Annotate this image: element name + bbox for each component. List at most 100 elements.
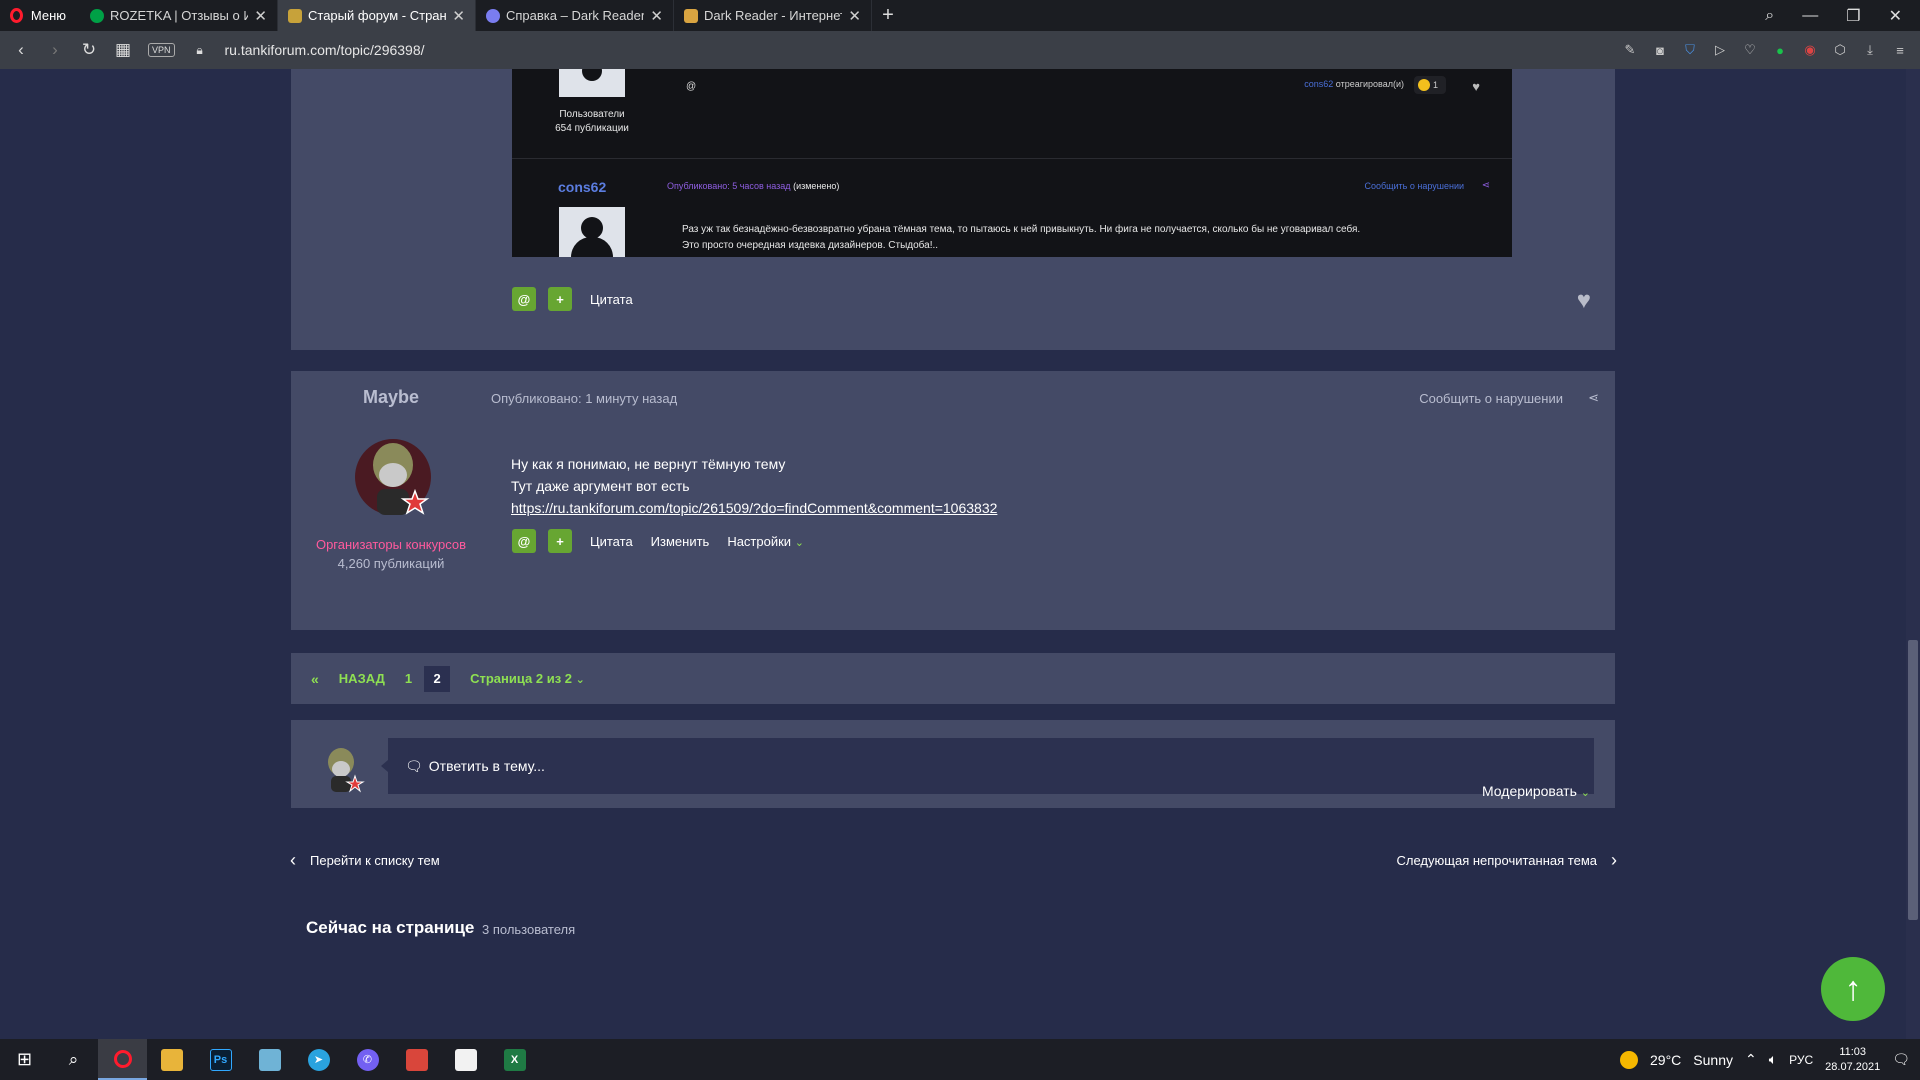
taskbar-telegram[interactable]: ➤ (294, 1039, 343, 1080)
screenshot-line1: Раз уж так безнадёжно-безвозвратно убран… (682, 224, 1361, 235)
url-field[interactable]: ru.tankiforum.com/topic/296398/ (225, 42, 425, 58)
easy-setup-icon[interactable]: ≡ (1892, 42, 1908, 58)
taskbar-notepad[interactable] (441, 1039, 490, 1080)
paint-icon (405, 1048, 428, 1071)
speaker-icon[interactable]: 🔈︎ (1769, 1051, 1777, 1068)
share-icon[interactable]: ⋖ (1588, 390, 1599, 406)
camera-icon[interactable]: ◙ (1652, 42, 1668, 58)
screenshot-user-info: Пользователи 654 публикации (532, 108, 652, 136)
post-link[interactable]: https://ru.tankiforum.com/topic/261509/?… (511, 500, 997, 516)
search-tabs-icon[interactable]: ⌕ (1765, 7, 1774, 25)
tab-rozetka[interactable]: ROZETKA | Отзывы о Игр ✕ (80, 0, 278, 31)
close-tab-icon[interactable]: ✕ (254, 7, 267, 25)
taskbar-app[interactable] (245, 1039, 294, 1080)
tab-old-forum[interactable]: Старый форум - Страниц ✕ (278, 0, 476, 31)
post-card: Пользователи 654 публикации @ cons62 отр… (291, 69, 1615, 350)
minimize-icon[interactable]: — (1802, 7, 1818, 25)
post-body: Ну как я понимаю, не вернут тёмную тему … (511, 453, 997, 519)
go-to-topics-link[interactable]: ‹ Перейти к списку тем (290, 850, 440, 871)
weather-temp[interactable]: 29°C (1650, 1052, 1681, 1068)
forward-icon[interactable]: › (46, 40, 64, 60)
cube-icon[interactable]: ⬡ (1832, 42, 1848, 58)
taskbar-excel[interactable]: X (490, 1039, 539, 1080)
next-unread-link[interactable]: Следующая непрочитанная тема › (1397, 850, 1617, 871)
quote-button[interactable]: Цитата (590, 534, 633, 549)
mention-button[interactable]: @ (512, 529, 536, 553)
search-button[interactable]: ⌕ (49, 1039, 98, 1080)
heart-icon[interactable]: ♡ (1742, 42, 1758, 58)
like-heart-icon[interactable]: ♥ (1577, 287, 1591, 315)
reply-avatar (328, 748, 365, 793)
quoted-screenshot-image: Пользователи 654 публикации @ cons62 отр… (512, 69, 1512, 257)
lock-icon[interactable]: 🔒︎ (191, 43, 209, 58)
first-page-button[interactable]: « (311, 671, 319, 687)
post-date[interactable]: Опубликовано: 1 минуту назад (491, 391, 677, 406)
close-tab-icon[interactable]: ✕ (848, 7, 861, 25)
clock[interactable]: 11:03 28.07.2021 (1825, 1045, 1880, 1075)
close-tab-icon[interactable]: ✕ (650, 7, 663, 25)
vpn-badge[interactable]: VPN (148, 43, 175, 57)
start-button[interactable]: ⊞ (0, 1039, 49, 1080)
screenshot-at: @ (686, 81, 697, 92)
screenshot-post-text: Раз уж так безнадёжно-безвозвратно убран… (682, 222, 1360, 254)
send-icon[interactable]: ▷ (1712, 42, 1728, 58)
quote-button[interactable]: Цитата (590, 292, 633, 307)
plus-button[interactable]: + (548, 287, 572, 311)
new-tab-button[interactable]: + (872, 0, 904, 31)
photoshop-icon: Ps (209, 1048, 232, 1071)
moderate-dropdown[interactable]: Модерировать ⌄ (1482, 783, 1590, 799)
tab-dark-reader-help[interactable]: Справка – Dark Reader ✕ (476, 0, 674, 31)
tiles-icon[interactable]: ▦ (114, 40, 132, 60)
tab-dark-reader-store[interactable]: Dark Reader - Интернет-м ✕ (674, 0, 872, 31)
chevron-down-icon: ⌄ (794, 536, 804, 549)
back-icon[interactable]: ‹ (12, 40, 30, 60)
chevron-up-icon[interactable]: ⌃ (1745, 1051, 1757, 1068)
screenshot-reacted-label: отреагировал(и) (1335, 79, 1404, 89)
post-author[interactable]: Maybe (291, 387, 491, 408)
language-indicator[interactable]: РУС (1789, 1053, 1813, 1067)
shield-icon[interactable]: ⛉ (1682, 42, 1698, 58)
close-window-icon[interactable]: ✕ (1889, 6, 1902, 26)
avatar[interactable] (353, 433, 433, 521)
reload-icon[interactable]: ↻ (80, 40, 98, 60)
opera-menu-button[interactable]: Меню (0, 0, 80, 31)
chevron-down-icon: ⌄ (575, 674, 585, 686)
settings-dropdown[interactable]: Настройки ⌄ (727, 534, 804, 549)
weather-sun-icon[interactable] (1620, 1050, 1638, 1069)
download-icon[interactable]: ⤓ (1862, 42, 1878, 58)
browser-tab-bar: Меню ROZETKA | Отзывы о Игр ✕ Старый фор… (0, 0, 1920, 31)
edit-icon[interactable]: ✎ (1622, 42, 1638, 58)
close-tab-icon[interactable]: ✕ (452, 7, 465, 25)
dark-reader-icon[interactable]: ◉ (1802, 42, 1818, 58)
rozetka-extension-icon[interactable]: ● (1772, 42, 1788, 58)
report-link[interactable]: Сообщить о нарушении (1419, 391, 1563, 406)
taskbar-explorer[interactable] (147, 1039, 196, 1080)
mention-button[interactable]: @ (512, 287, 536, 311)
emoji-face-icon (1418, 79, 1430, 91)
scrollbar-thumb[interactable] (1908, 640, 1918, 920)
previous-page-button[interactable]: НАЗАД (339, 671, 385, 686)
page-1-button[interactable]: 1 (405, 671, 412, 686)
address-bar: ‹ › ↻ ▦ VPN 🔒︎ ru.tankiforum.com/topic/2… (0, 31, 1920, 69)
taskbar-photoshop[interactable]: Ps (196, 1039, 245, 1080)
excel-icon: X (503, 1048, 526, 1071)
notifications-icon[interactable]: 🗨︎ (1892, 1051, 1910, 1068)
tab-title: Справка – Dark Reader (506, 8, 645, 23)
search-icon: ⌕ (68, 1049, 79, 1069)
taskbar-viber[interactable]: ✆ (343, 1039, 392, 1080)
clock-date: 28.07.2021 (1825, 1060, 1881, 1073)
page-2-current[interactable]: 2 (424, 665, 451, 692)
restore-icon[interactable]: ❐ (1846, 6, 1860, 26)
extension-icons: ✎ ◙ ⛉ ▷ ♡ ● ◉ ⬡ ⤓ ≡ (1622, 42, 1908, 58)
reply-input[interactable]: 🗨︎ Ответить в тему... (388, 738, 1594, 794)
plus-button[interactable]: + (548, 529, 572, 553)
screenshot-avatar (559, 69, 625, 97)
edit-button[interactable]: Изменить (651, 534, 710, 549)
weather-desc[interactable]: Sunny (1693, 1052, 1733, 1068)
taskbar-paint[interactable] (392, 1039, 441, 1080)
rozetka-favicon-icon (90, 8, 104, 23)
page-jump-dropdown[interactable]: Страница 2 из 2 ⌄ (470, 671, 585, 686)
scroll-to-top-button[interactable]: ↑ (1821, 957, 1885, 1021)
taskbar-opera[interactable] (98, 1039, 147, 1080)
screenshot-report: Сообщить о нарушении (1364, 181, 1464, 191)
